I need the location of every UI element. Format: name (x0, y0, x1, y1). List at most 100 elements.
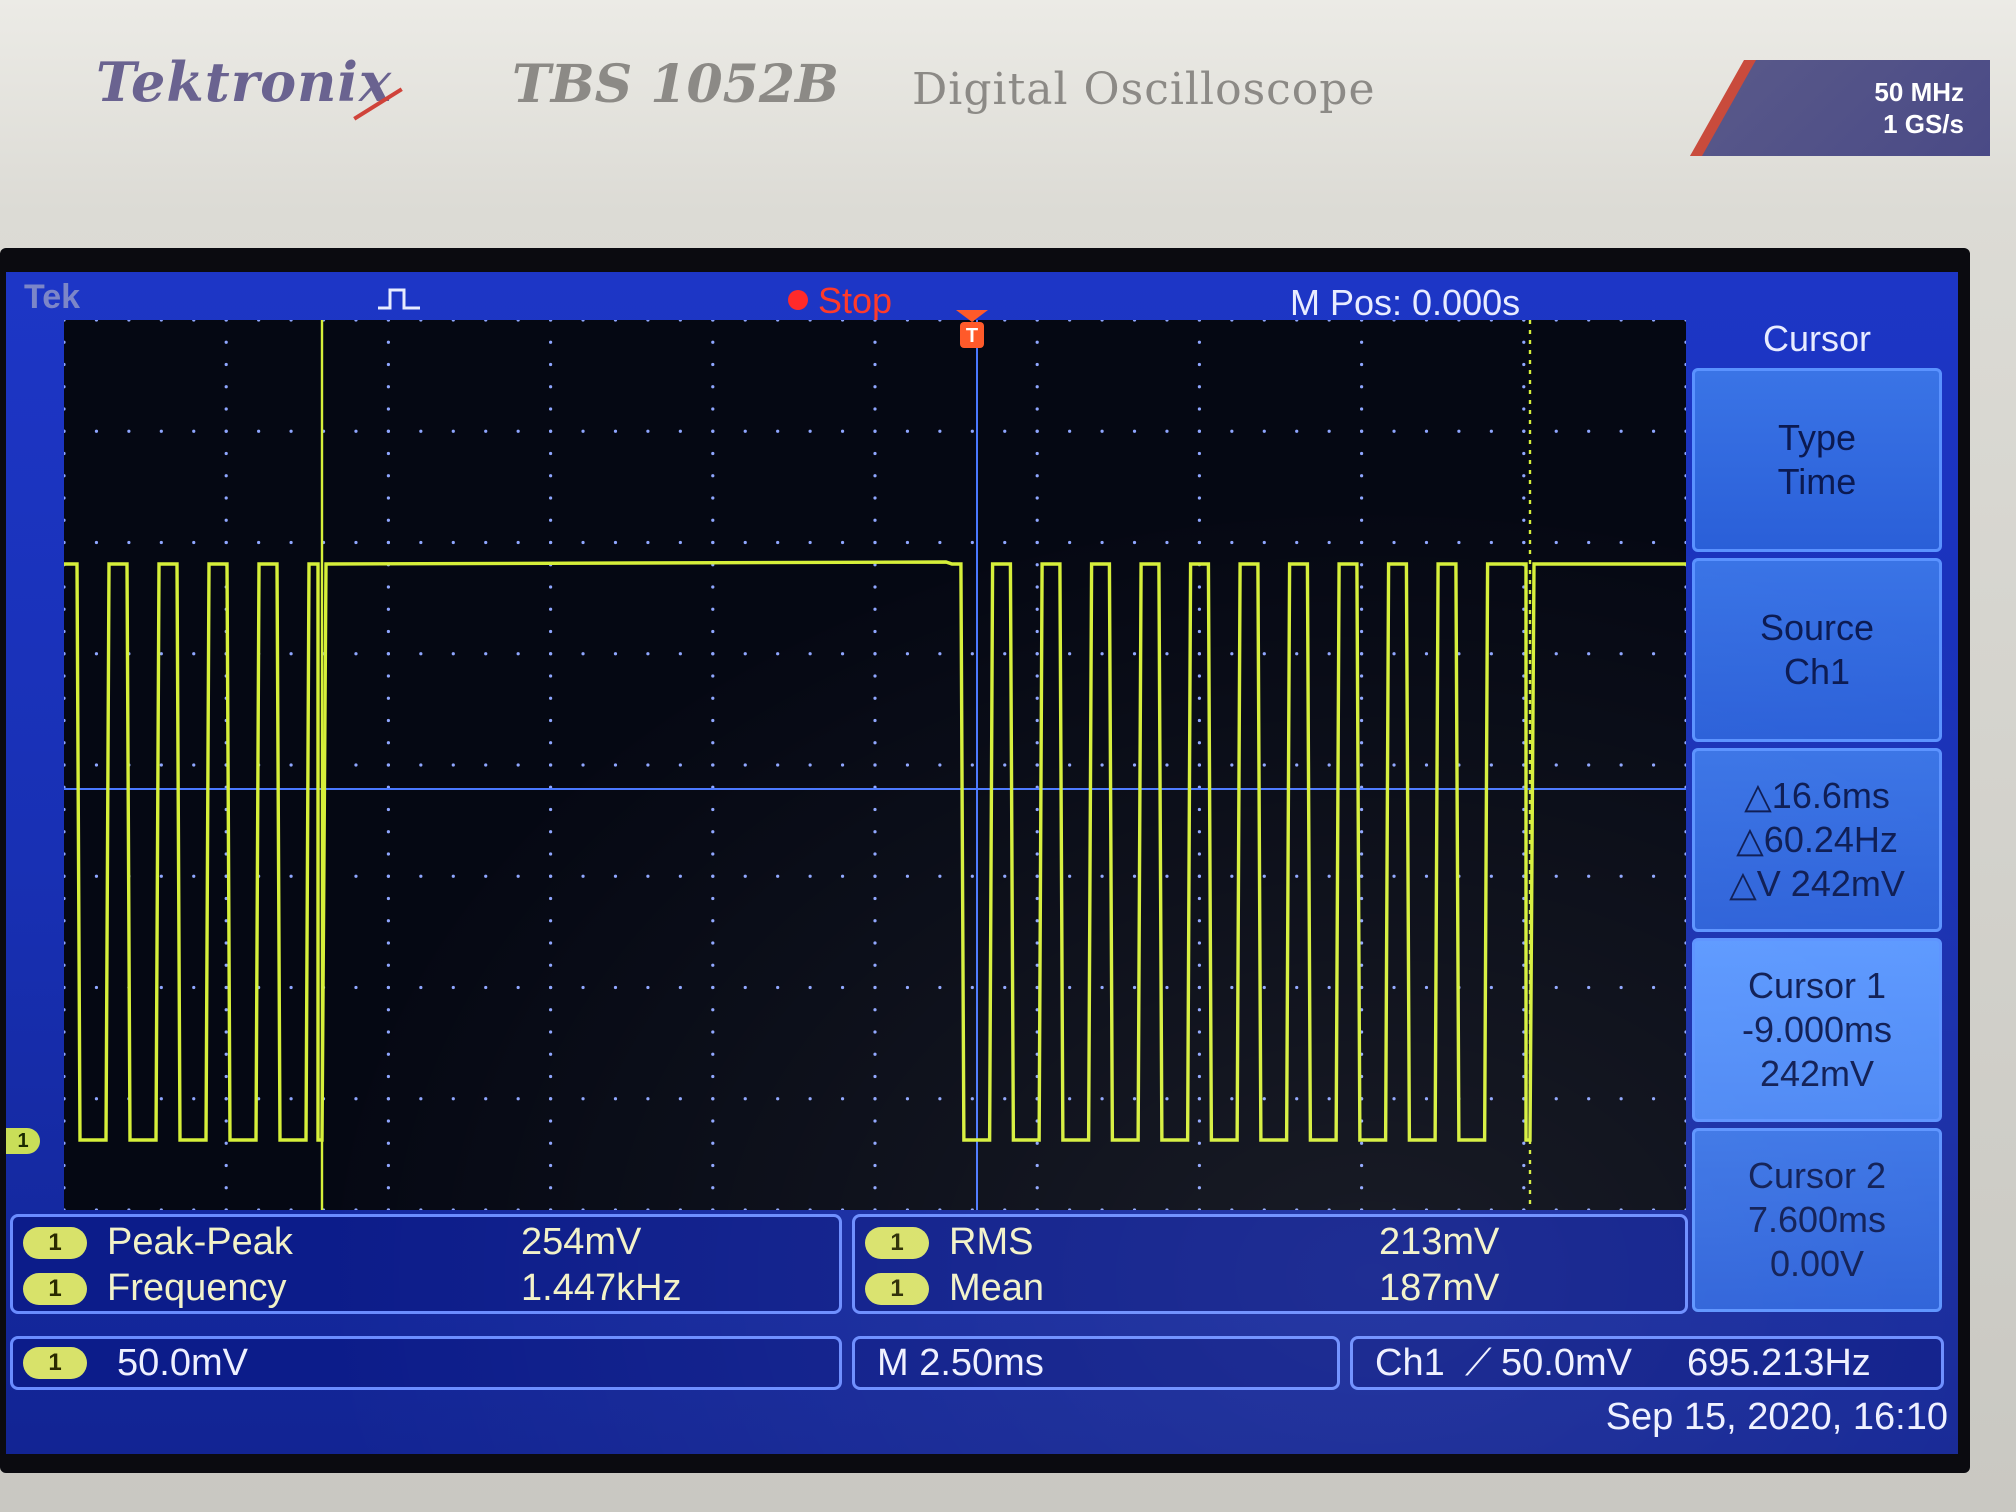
grid-dot (354, 540, 358, 545)
grid-dot (1684, 763, 1686, 767)
grid-dot (289, 874, 293, 878)
cursor1-label: Cursor 1 (1747, 965, 1887, 1006)
grid-dot (905, 429, 910, 433)
measurement-value: 187mV (1379, 1267, 1500, 1309)
channel-badge: 1 (865, 1227, 929, 1259)
grid-dot (1100, 874, 1104, 878)
grid-dot (1651, 540, 1656, 545)
cursor2-time: 7.600ms (1747, 1199, 1887, 1240)
grid-dot (808, 1097, 812, 1101)
grid-dot (64, 963, 66, 967)
menu-button-cursor1[interactable]: Cursor 1 -9.000ms 242mV (1692, 938, 1942, 1122)
vertical-scale-box[interactable]: 1 50.0mV (10, 1336, 842, 1390)
grid-dot (224, 1097, 228, 1101)
ch1-ground-marker[interactable]: 1 (6, 1128, 40, 1154)
grid-dot (224, 963, 228, 967)
grid-dot (873, 941, 877, 945)
grid-dot (970, 1208, 974, 1210)
grid-dot (1619, 763, 1623, 767)
grid-dot (386, 1074, 390, 1079)
grid-dot (224, 340, 228, 344)
grid-dot (873, 896, 877, 901)
menu-button-cursor2[interactable]: Cursor 2 7.600ms 0.00V (1692, 1128, 1942, 1312)
timebase-box[interactable]: M 2.50ms (852, 1336, 1340, 1390)
grid-dot (516, 1097, 520, 1101)
grid-dot (873, 1074, 877, 1079)
grid-dot (1684, 1008, 1686, 1012)
grid-dot (1295, 652, 1299, 656)
status-bar: Tek Stop M Pos: 0.000s (6, 272, 1686, 324)
grid-dot (711, 896, 715, 901)
grid-dot (386, 1141, 390, 1145)
grid-dot (451, 540, 455, 545)
grid-dot (64, 1074, 66, 1079)
grid-dot (1489, 985, 1493, 990)
grid-dot (419, 763, 423, 767)
grid-dot (1327, 1097, 1331, 1101)
grid-dot (873, 474, 877, 478)
grid-dot (711, 1030, 715, 1034)
grid-dot (1360, 429, 1364, 433)
grid-dot (776, 763, 780, 767)
grid-dot (159, 763, 163, 767)
grid-dot (1068, 429, 1072, 433)
cursor1-time: -9.000ms (1741, 1009, 1893, 1050)
trigger-marker-label: T (966, 325, 978, 347)
grid-dot (94, 1208, 99, 1210)
grid-dot (1197, 718, 1201, 723)
grid-dot (516, 1208, 520, 1210)
grid-dot (451, 1208, 455, 1210)
grid-dot (549, 652, 553, 656)
grid-dot (1360, 1163, 1364, 1168)
grid-dot (1360, 763, 1364, 767)
grid-dot (711, 874, 715, 878)
grid-dot (905, 763, 910, 767)
grid-dot (1522, 540, 1526, 545)
grid-dot (711, 540, 715, 545)
grid-dot (646, 1208, 650, 1210)
grid-dot (64, 362, 66, 367)
grid-dot (257, 320, 261, 322)
menu-button-delta[interactable]: △16.6ms △60.24Hz △V 242mV (1692, 748, 1942, 932)
grid-dot (905, 985, 910, 990)
grid-dot (64, 385, 66, 389)
grid-dot (1684, 496, 1686, 500)
trigger-position-marker[interactable]: T (956, 310, 988, 350)
grid-dot (484, 652, 488, 656)
menu-button-type[interactable]: Type Time (1692, 368, 1942, 552)
grid-dot (1457, 320, 1461, 322)
grid-dot (257, 1208, 261, 1210)
grid-dot (873, 1052, 877, 1056)
grid-dot (386, 941, 390, 945)
grid-dot (451, 652, 455, 656)
grid-dot (257, 540, 261, 545)
grid-dot (1360, 652, 1364, 656)
grid-dot (1068, 540, 1072, 545)
grid-dot (873, 674, 877, 678)
grid-dot (1230, 763, 1234, 767)
measurement-value: 254mV (521, 1221, 642, 1263)
grid-dot (64, 1208, 66, 1210)
grid-dot (613, 1208, 618, 1210)
grid-dot (873, 652, 877, 656)
grid-dot (484, 320, 488, 322)
grid-dot (938, 320, 942, 322)
grid-dot (711, 320, 715, 322)
grid-dot (386, 385, 390, 389)
grid-dot (64, 896, 66, 901)
grid-dot (1197, 652, 1201, 656)
grid-dot (1619, 429, 1623, 433)
grid-dot (549, 1141, 553, 1145)
grid-dot (743, 874, 747, 878)
grid-dot (419, 540, 423, 545)
grid-dot (419, 429, 423, 433)
grid-dot (549, 874, 553, 878)
grid-dot (743, 540, 747, 545)
trigger-info-box[interactable]: Ch1 ⟋ 50.0mV 695.213Hz (1350, 1336, 1944, 1390)
menu-button-source[interactable]: Source Ch1 (1692, 558, 1942, 742)
grid-dot (1035, 763, 1039, 767)
grid-dot (1684, 585, 1686, 589)
run-state[interactable]: Stop (818, 280, 892, 322)
grid-dot (1068, 1097, 1072, 1101)
grid-dot (1522, 1208, 1526, 1210)
